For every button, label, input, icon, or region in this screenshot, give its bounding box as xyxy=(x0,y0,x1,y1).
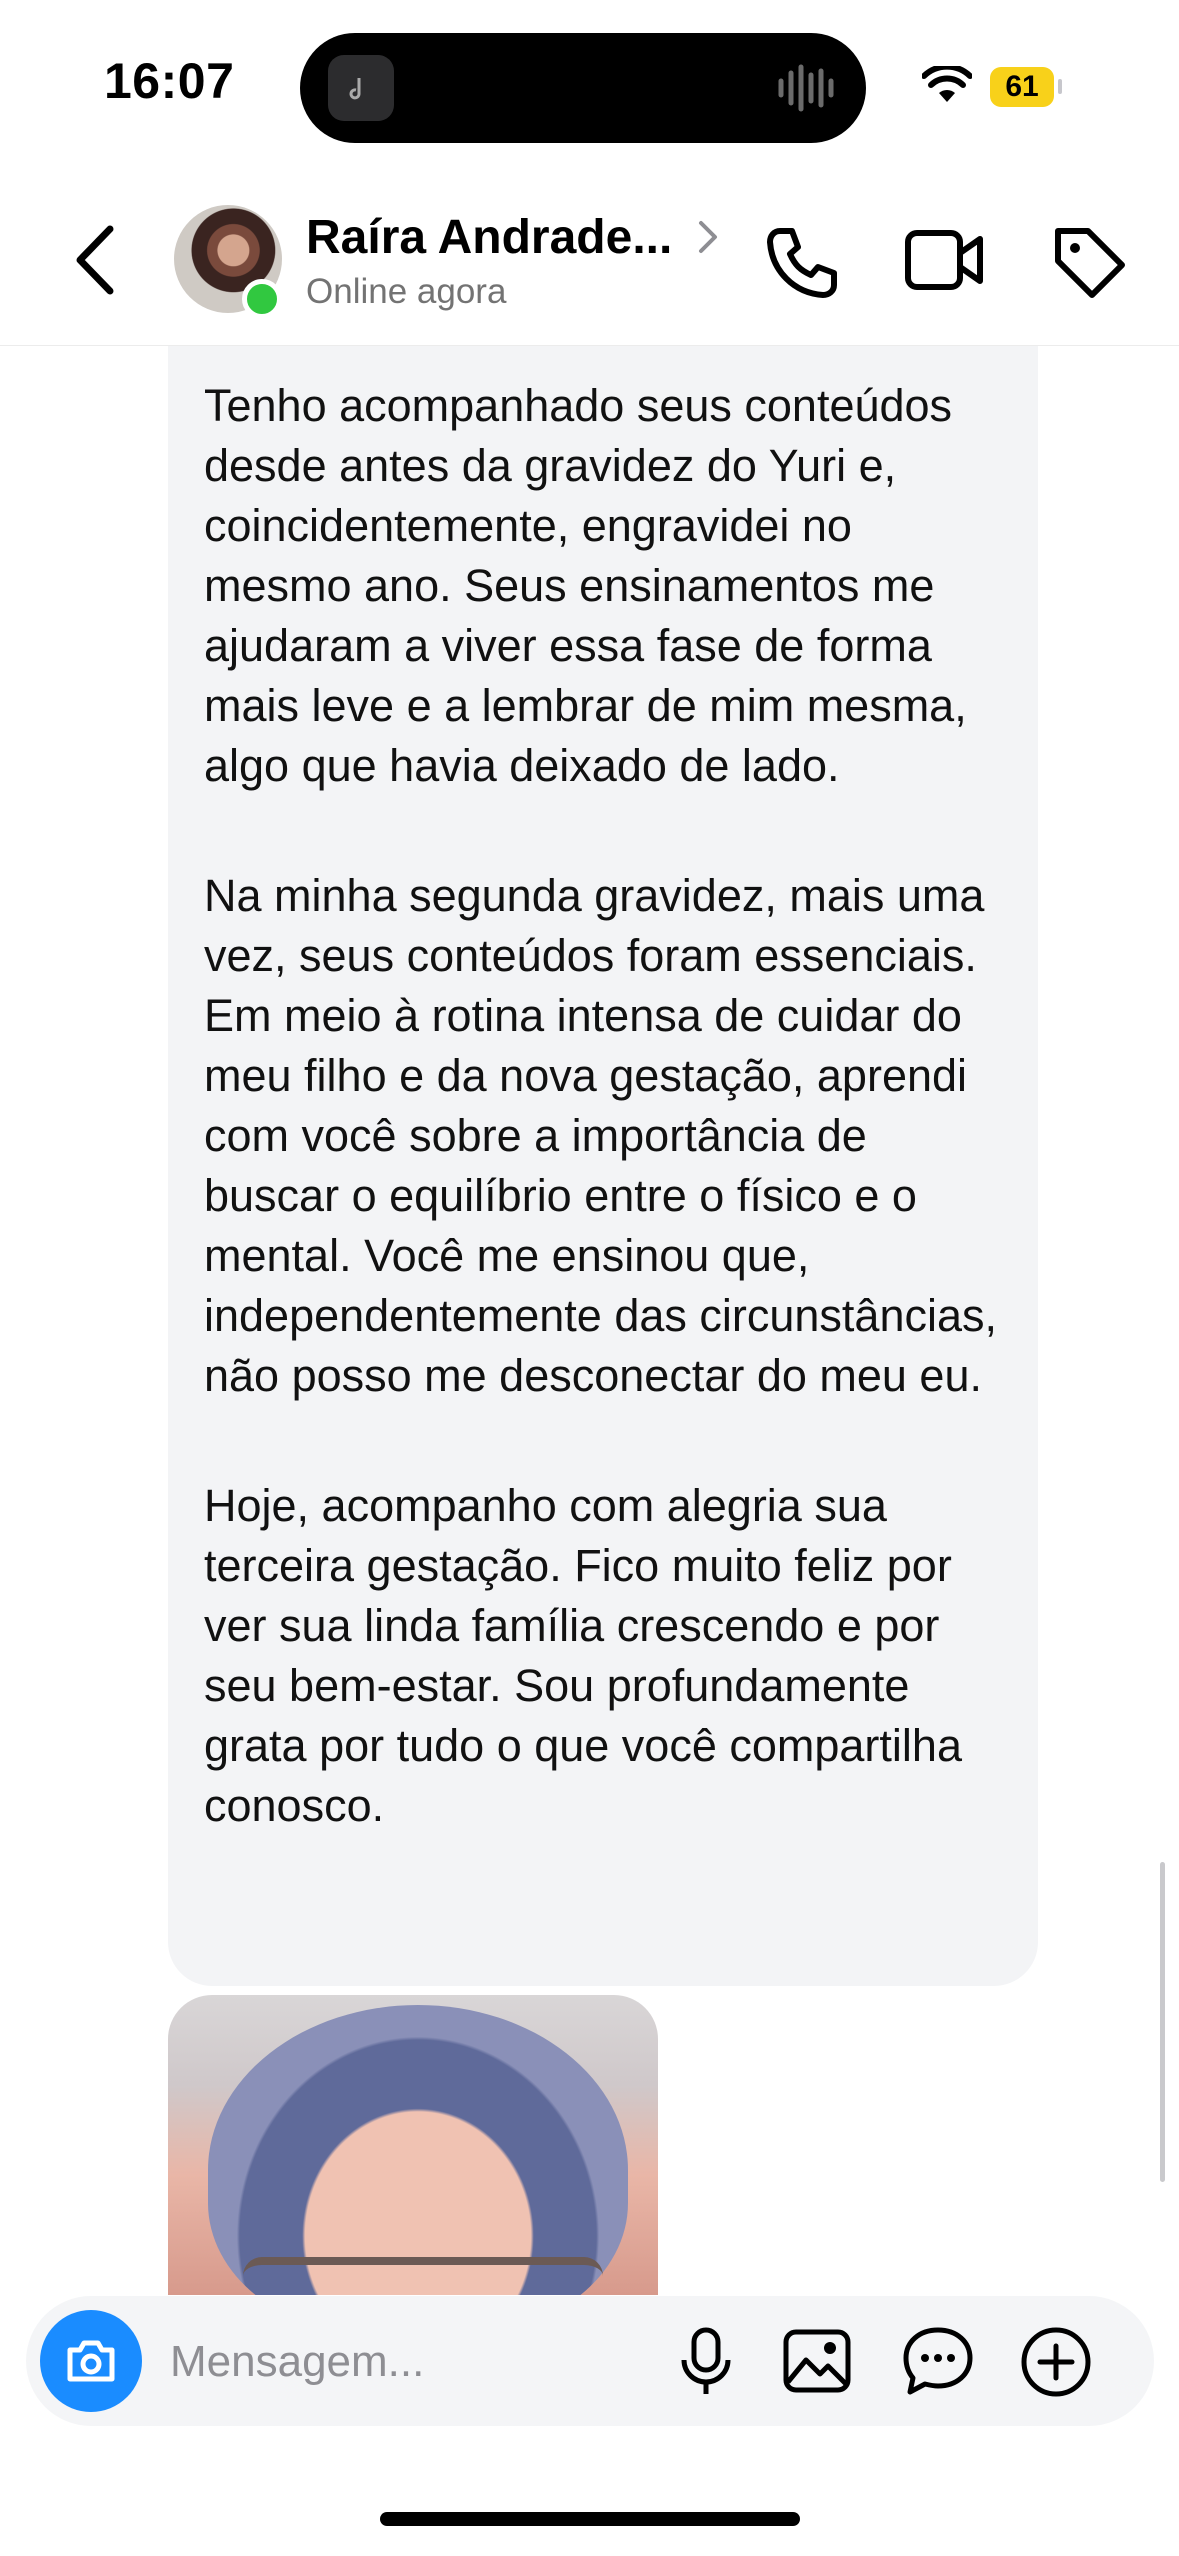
audio-wave-icon xyxy=(778,64,834,112)
tag-icon[interactable] xyxy=(1050,223,1128,301)
received-message-bubble[interactable]: Tenho acompanhado seus conteúdos desde a… xyxy=(168,346,1038,1986)
message-paragraph: Hoje, acompanho com alegria sua terceira… xyxy=(204,1480,962,1831)
status-bar: 16:07 61 xyxy=(0,0,1179,175)
battery-level: 61 xyxy=(1005,70,1039,103)
camera-icon xyxy=(67,2340,115,2382)
wifi-icon xyxy=(922,66,972,102)
back-arrow-icon[interactable] xyxy=(62,215,132,305)
dynamic-island[interactable] xyxy=(300,33,866,143)
message-composer xyxy=(26,2296,1154,2426)
video-camera-icon[interactable] xyxy=(904,227,984,293)
sticker-chat-icon[interactable] xyxy=(902,2326,974,2396)
message-input[interactable] xyxy=(168,2326,652,2398)
image-icon[interactable] xyxy=(782,2328,852,2394)
message-paragraph: Tenho acompanhado seus conteúdos desde a… xyxy=(204,380,967,791)
photo-detail xyxy=(243,2257,603,2295)
phone-icon[interactable] xyxy=(762,223,842,303)
scrollbar[interactable] xyxy=(1160,1862,1165,2182)
contact-status: Online agora xyxy=(306,272,507,311)
battery-tip xyxy=(1058,79,1062,94)
message-paragraph: Na minha segunda gravidez, mais uma vez,… xyxy=(204,870,998,1401)
photo-message[interactable] xyxy=(168,1995,658,2295)
photo-subject xyxy=(208,2005,628,2295)
chevron-right-icon[interactable] xyxy=(696,217,720,257)
plus-circle-icon[interactable] xyxy=(1020,2326,1092,2398)
home-indicator[interactable] xyxy=(380,2512,800,2526)
online-indicator xyxy=(242,279,282,319)
camera-button[interactable] xyxy=(40,2310,142,2412)
status-time: 16:07 xyxy=(104,53,235,109)
music-app-icon xyxy=(328,55,394,121)
conversation-header: Raíra Andrade... Online agora xyxy=(0,175,1179,346)
contact-avatar[interactable] xyxy=(174,205,282,319)
battery-indicator: 61 xyxy=(990,67,1054,107)
contact-name[interactable]: Raíra Andrade... xyxy=(306,210,672,265)
microphone-icon[interactable] xyxy=(674,2326,738,2398)
